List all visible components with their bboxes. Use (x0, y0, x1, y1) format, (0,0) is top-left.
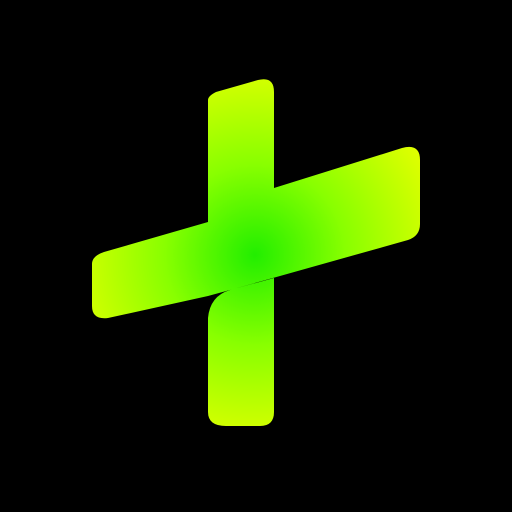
app-icon-canvas (0, 0, 512, 512)
plus-icon (92, 79, 420, 426)
plus-icon-shape (92, 79, 420, 426)
